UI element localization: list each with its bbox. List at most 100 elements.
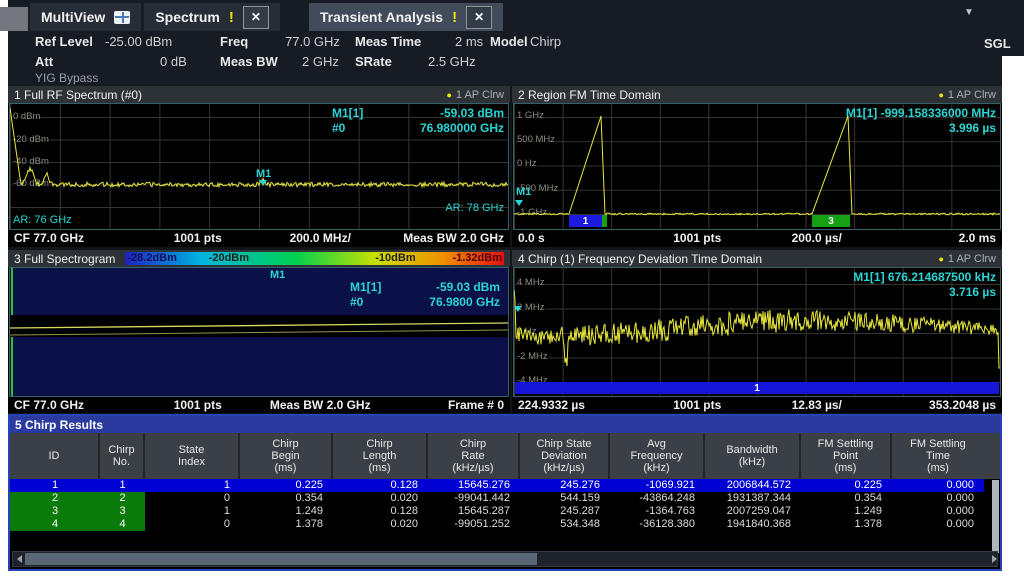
column-header-id: ID (10, 433, 100, 479)
setting-value-freq[interactable]: 77.0 GHz (285, 34, 340, 49)
cell: 0.020 (333, 492, 428, 505)
cell: 15645.287 (428, 505, 520, 518)
setting-label-model: Model (490, 34, 528, 49)
setting-value-meas-time[interactable]: 2 ms (455, 34, 483, 49)
column-header-chirp: Chirp No. (100, 433, 145, 479)
marker-m1-icon[interactable] (514, 306, 522, 312)
setting-label-meas-time: Meas Time (355, 34, 421, 49)
table-row[interactable]: 3311.2490.12815645.287245.287-1364.76320… (10, 505, 1000, 518)
cell: 245.276 (520, 479, 610, 492)
setting-value-model[interactable]: Chirp (530, 34, 561, 49)
scroll-right-arrow-icon[interactable] (985, 553, 997, 565)
cell: 0.000 (892, 518, 984, 531)
results-header-row: IDChirp No.State IndexChirp Begin (ms)Ch… (10, 433, 1000, 479)
cell: 245.287 (520, 505, 610, 518)
column-header-fm-settling: FM Settling Point (ms) (801, 433, 892, 479)
chirp-region-bar[interactable]: 1 (515, 382, 999, 394)
marker-m1-icon[interactable] (515, 200, 523, 206)
cell: -36128.380 (610, 518, 705, 531)
analysis-region-left-label: AR: 76 GHz (13, 214, 72, 226)
results-title-bar: 5 Chirp Results (10, 416, 1000, 433)
results-vertical-scrollbar[interactable] (992, 480, 999, 553)
table-row[interactable]: 4401.3780.020-99051.252534.348-36128.380… (10, 518, 1000, 531)
cell: -1364.763 (610, 505, 705, 518)
analyzer-window: { "icons": {"close": "✕", "alert": "!", … (0, 0, 1024, 576)
column-header-fm-settling: FM Settling Time (ms) (892, 433, 984, 479)
setting-label-att: Att (35, 54, 53, 69)
region-bar-1[interactable]: 1 (569, 215, 602, 227)
cell: 1.378 (801, 518, 892, 531)
footer-value: 200.0 MHz/ (259, 231, 382, 245)
trace-badge-label: 1 AP Clrw (948, 253, 996, 265)
cell: -1069.921 (610, 479, 705, 492)
table-row[interactable]: 2200.3540.020-99041.442544.159-43864.248… (10, 492, 1000, 505)
spectrogram-graph[interactable]: M1[1]-59.03 dBm#076.9800 GHzM1 (9, 267, 509, 397)
scale-label: -1.32dBm (452, 252, 502, 265)
panel4-footer: 224.9332 µs1001 pts12.83 µs/353.2048 µs (512, 397, 1002, 413)
cell: 15645.276 (428, 479, 520, 492)
marker-m1-label: M1 (256, 168, 271, 180)
setting-label-freq: Freq (220, 34, 248, 49)
cell: 534.348 (520, 518, 610, 531)
scroll-left-arrow-icon[interactable] (13, 553, 25, 565)
cell: -43864.248 (610, 492, 705, 505)
panel-region-fm-time-domain: 2 Region FM Time Domain ●1 AP Clrw 1 GHz… (512, 86, 1002, 247)
cell: 2 (10, 492, 100, 505)
cell: -99041.442 (428, 492, 520, 505)
panel2-footer: 0.0 s1001 pts200.0 µs/2.0 ms (512, 230, 1002, 246)
footer-value: CF 77.0 GHz (14, 231, 137, 245)
marker-m1-label: M1 (270, 269, 285, 281)
footer-value: 0.0 s (518, 231, 638, 245)
marker-m1-icon[interactable] (259, 180, 267, 186)
trace-badge: ●1 AP Clrw (938, 253, 996, 265)
cell: 3 (10, 505, 100, 518)
cell: 1.249 (801, 505, 892, 518)
cell: 1 (145, 505, 240, 518)
column-header-chirp: Chirp Begin (ms) (240, 433, 333, 479)
cell: 0.020 (333, 518, 428, 531)
column-header-chirp-state: Chirp State Deviation (kHz/µs) (520, 433, 610, 479)
panel4-title-bar: 4 Chirp (1) Frequency Deviation Time Dom… (512, 250, 1002, 267)
setting-value-meas-bw[interactable]: 2 GHz (302, 54, 339, 69)
panel1-title-bar: 1 Full RF Spectrum (#0) ●1 AP Clrw (8, 86, 510, 103)
cell: 1 (100, 479, 145, 492)
panel1-title: 1 Full RF Spectrum (#0) (14, 88, 142, 102)
trace-badge-label: 1 AP Clrw (456, 89, 504, 101)
fm-time-domain-graph[interactable]: 1 GHz500 MHz0 Hz-500 MHz-1 GHzM1[1] -999… (513, 103, 1001, 230)
panel3-footer: CF 77.0 GHz1001 ptsMeas BW 2.0 GHzFrame … (8, 397, 510, 413)
setting-value-ref-level[interactable]: -25.00 dBm (105, 34, 172, 49)
results-horizontal-scrollbar[interactable] (12, 551, 998, 567)
frequency-deviation-graph[interactable]: 4 MHz2 MHz0 Hz-2 MHz-4 MHzM1[1] 676.2146… (513, 267, 1001, 397)
column-header-chirp: Chirp Length (ms) (333, 433, 428, 479)
footer-value: 12.83 µs/ (757, 398, 877, 412)
setting-value-srate[interactable]: 2.5 GHz (428, 54, 476, 69)
column-header-avg: Avg Frequency (kHz) (610, 433, 705, 479)
footer-value: 353.2048 µs (877, 398, 997, 412)
cell: 0.354 (801, 492, 892, 505)
panel-chirp-frequency-deviation: 4 Chirp (1) Frequency Deviation Time Dom… (512, 250, 1002, 412)
footer-value: 2.0 ms (877, 231, 997, 245)
panel3-title-bar: 3 Full Spectrogram -28.2dBm-20dBm-10dBm-… (8, 250, 510, 267)
setting-value-att[interactable]: 0 dB (160, 54, 187, 69)
column-header-state: State Index (145, 433, 240, 479)
scrollbar-thumb[interactable] (25, 553, 537, 565)
footer-value: 224.9332 µs (518, 398, 638, 412)
analysis-region-right-label: AR: 78 GHz (445, 202, 504, 214)
setting-label-ref-level: Ref Level (35, 34, 93, 49)
footer-value: Meas BW 2.0 GHz (259, 398, 382, 412)
table-row[interactable]: 1110.2250.12815645.276245.276-1069.92120… (10, 479, 1000, 492)
chirp-results-section: 5 Chirp Results IDChirp No.State IndexCh… (8, 414, 1002, 571)
cell: 0.000 (892, 479, 984, 492)
yig-bypass-label: YIG Bypass (35, 71, 98, 85)
scale-label: -20dBm (209, 252, 249, 265)
column-header-chirp: Chirp Rate (kHz/µs) (428, 433, 520, 479)
spectrum-graph[interactable]: 0 dBm-20 dBm-40 dBm-60 dBmM1[1]-59.03 dB… (9, 103, 509, 230)
region-bar-sliver (602, 215, 607, 227)
region-bar-3[interactable]: 3 (812, 215, 850, 227)
cell: -99051.252 (428, 518, 520, 531)
cell: 0.225 (801, 479, 892, 492)
cell: 0.128 (333, 479, 428, 492)
results-title: 5 Chirp Results (15, 418, 103, 432)
spectrogram-color-scale: -28.2dBm-20dBm-10dBm-1.32dBm (125, 252, 504, 265)
panel-full-rf-spectrum: 1 Full RF Spectrum (#0) ●1 AP Clrw 0 dBm… (8, 86, 510, 247)
